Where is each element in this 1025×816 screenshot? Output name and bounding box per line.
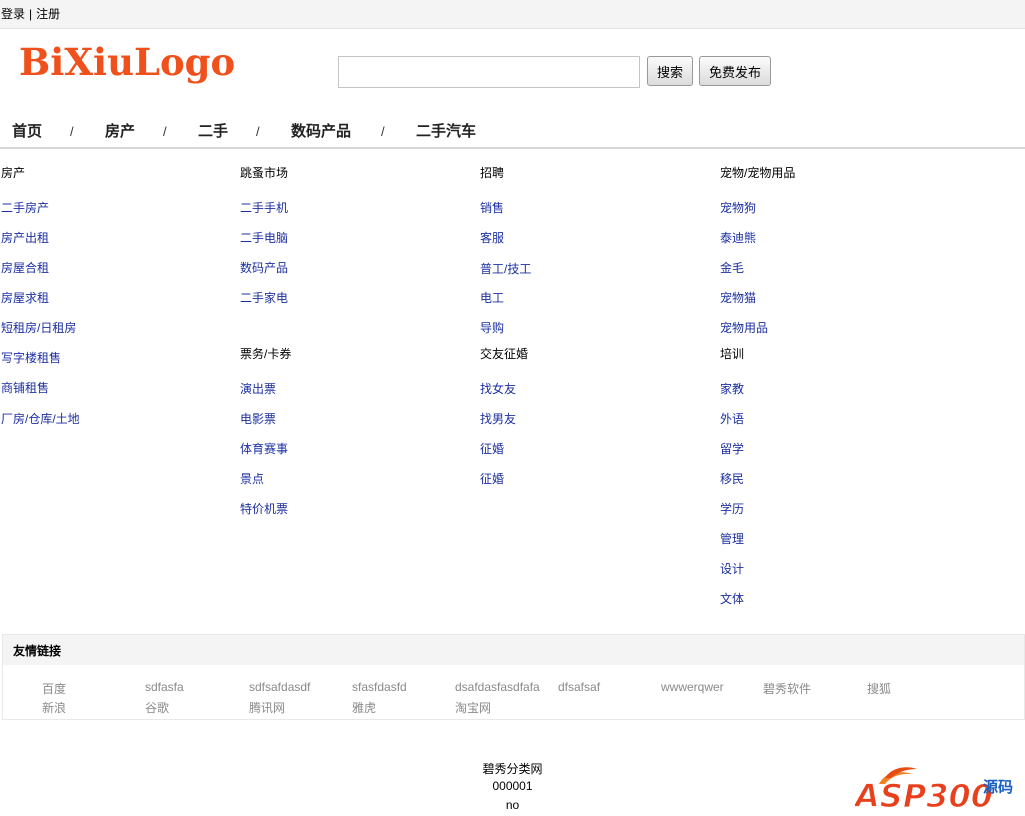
- category-link[interactable]: 演出票: [240, 380, 276, 397]
- friend-link[interactable]: dfsafsaf: [558, 680, 600, 694]
- friend-link[interactable]: sfasfdasfd: [352, 680, 407, 694]
- category-link[interactable]: 外语: [720, 410, 744, 427]
- category-link[interactable]: 管理: [720, 530, 744, 547]
- category-link[interactable]: 商铺租售: [1, 379, 49, 396]
- search-button[interactable]: 搜索: [647, 56, 693, 86]
- category-title-tickets: 票务/卡券: [240, 347, 292, 361]
- category-link[interactable]: 二手房产: [1, 199, 49, 216]
- category-link[interactable]: 导购: [480, 319, 504, 336]
- category-link[interactable]: 找男友: [480, 410, 516, 427]
- category-link[interactable]: 学历: [720, 500, 744, 517]
- watermark-suffix: 源码: [983, 778, 1013, 796]
- category-link[interactable]: 宠物狗: [720, 199, 756, 216]
- nav-separator: /: [163, 124, 167, 139]
- category-link[interactable]: 留学: [720, 440, 744, 457]
- category-link[interactable]: 电影票: [240, 410, 276, 427]
- friend-link[interactable]: wwwerqwer: [661, 680, 724, 694]
- category-link[interactable]: 特价机票: [240, 500, 288, 517]
- account-separator: |: [29, 7, 33, 21]
- register-link[interactable]: 注册: [36, 7, 60, 21]
- category-title-training: 培训: [720, 347, 745, 361]
- category-link[interactable]: 二手电脑: [240, 229, 288, 246]
- friend-link[interactable]: 百度: [42, 680, 66, 697]
- category-title-pets: 宠物/宠物用品: [720, 166, 796, 180]
- category-link[interactable]: 销售: [480, 199, 504, 216]
- category-title-flea-market: 跳蚤市场: [240, 166, 289, 180]
- free-post-button[interactable]: 免费发布: [699, 56, 771, 86]
- nav-item-second-hand[interactable]: 二手: [198, 121, 228, 143]
- category-link[interactable]: 普工/技工: [480, 260, 531, 277]
- category-link[interactable]: 征婚: [480, 440, 504, 457]
- category-link[interactable]: 房屋求租: [1, 289, 49, 306]
- category-link[interactable]: 泰迪熊: [720, 229, 756, 246]
- friend-link[interactable]: 搜狐: [867, 680, 891, 697]
- category-link[interactable]: 体育赛事: [240, 440, 288, 457]
- category-link[interactable]: 移民: [720, 470, 744, 487]
- category-link[interactable]: 宠物猫: [720, 289, 756, 306]
- search-input[interactable]: [338, 56, 640, 88]
- category-link[interactable]: 短租房/日租房: [1, 319, 76, 336]
- friend-link[interactable]: 谷歌: [145, 699, 169, 716]
- nav-item-house[interactable]: 房产: [105, 121, 135, 143]
- main-nav: 首页 / 房产 / 二手 / 数码产品 / 二手汽车: [0, 117, 1025, 149]
- friend-link[interactable]: 淘宝网: [455, 699, 491, 716]
- category-link[interactable]: 房产出租: [1, 229, 49, 246]
- category-link[interactable]: 二手家电: [240, 289, 288, 306]
- friend-link[interactable]: sdfsafdasdf: [249, 680, 310, 694]
- login-link[interactable]: 登录: [1, 7, 25, 21]
- friend-link[interactable]: 腾讯网: [249, 699, 285, 716]
- watermark-text: ASP300: [855, 777, 993, 812]
- category-link[interactable]: 找女友: [480, 380, 516, 397]
- asp300-watermark-logo: ASP300 源码: [855, 767, 1013, 812]
- category-link[interactable]: 数码产品: [240, 259, 288, 276]
- category-link[interactable]: 征婚: [480, 470, 504, 487]
- friend-links-box: 友情链接 百度 sdfasfa sdfsafdasdf sfasfdasfd d…: [2, 634, 1025, 720]
- friend-link[interactable]: 雅虎: [352, 699, 376, 716]
- nav-item-home[interactable]: 首页: [12, 121, 42, 143]
- category-link[interactable]: 电工: [480, 289, 504, 306]
- category-link[interactable]: 二手手机: [240, 199, 288, 216]
- friend-link[interactable]: dsafdasfasdfafa: [455, 680, 540, 694]
- nav-separator: /: [70, 124, 74, 139]
- category-link[interactable]: 文体: [720, 590, 744, 607]
- site-logo[interactable]: BiXiuLogo: [19, 38, 235, 86]
- friend-link[interactable]: sdfasfa: [145, 680, 184, 694]
- account-links: 登录 | 注册: [1, 6, 60, 22]
- nav-separator: /: [256, 124, 260, 139]
- category-title-dating: 交友征婚: [480, 347, 529, 361]
- category-link[interactable]: 宠物用品: [720, 319, 768, 336]
- friend-link[interactable]: 新浪: [42, 699, 66, 716]
- friend-links-header: 友情链接: [3, 635, 1024, 665]
- category-title-house: 房产: [1, 166, 26, 180]
- category-link[interactable]: 厂房/仓库/土地: [1, 410, 80, 427]
- category-link[interactable]: 房屋合租: [1, 259, 49, 276]
- category-link[interactable]: 写字楼租售: [1, 349, 61, 366]
- nav-separator: /: [381, 124, 385, 139]
- category-link[interactable]: 家教: [720, 380, 744, 397]
- category-title-jobs: 招聘: [480, 166, 505, 180]
- category-link[interactable]: 设计: [720, 560, 744, 577]
- nav-item-digital[interactable]: 数码产品: [291, 121, 351, 143]
- nav-item-used-cars[interactable]: 二手汽车: [416, 121, 476, 143]
- friend-link[interactable]: 碧秀软件: [763, 680, 811, 697]
- top-bar: 登录 | 注册: [0, 0, 1025, 29]
- category-link[interactable]: 客服: [480, 229, 504, 246]
- category-link[interactable]: 景点: [240, 470, 264, 487]
- category-link[interactable]: 金毛: [720, 259, 744, 276]
- friend-links-title: 友情链接: [13, 644, 62, 658]
